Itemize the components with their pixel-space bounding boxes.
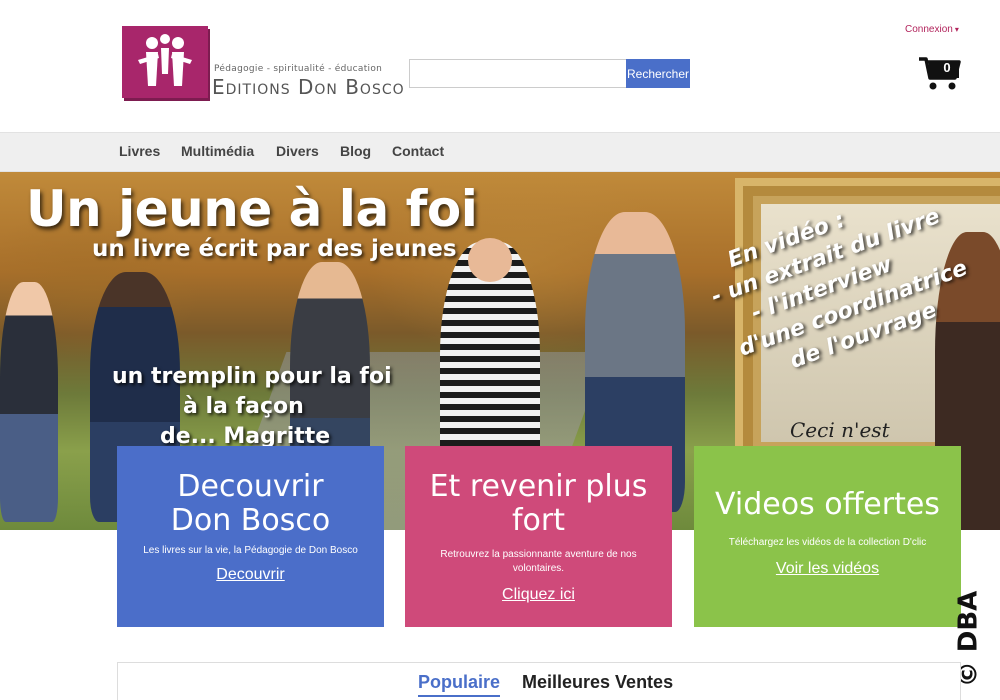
page: Pédagogie - spiritualité - éducation Edi… [0, 0, 1000, 700]
caret-down-icon: ▾ [954, 25, 959, 34]
card-title: Decouvrir Don Bosco [170, 469, 331, 538]
logo-mark[interactable] [122, 26, 208, 98]
hero-line: un tremplin pour la foi [112, 364, 392, 389]
tab-meilleures-ventes[interactable]: Meilleures Ventes [522, 672, 673, 693]
card-link[interactable]: Cliquez ici [502, 586, 575, 604]
site-brand[interactable]: Editions Don Bosco [212, 75, 405, 99]
tab-populaire[interactable]: Populaire [418, 672, 501, 697]
card-videos[interactable]: Videos offertes Téléchargez les vidéos d… [694, 446, 961, 627]
hero-subtitle: un livre écrit par des jeunes [92, 236, 457, 262]
card-title: Videos offertes [715, 487, 940, 522]
painting-text: Ceci n'est [790, 418, 890, 442]
card-text: Les livres sur la vie, la Pédagogie de D… [143, 545, 358, 556]
main-nav: Livres Multimédia Divers Blog Contact [0, 132, 1000, 172]
hero-person [0, 282, 58, 522]
card-text: Téléchargez les vidéos de la collection … [728, 537, 927, 548]
hero-title: Un jeune à la foi [26, 180, 478, 238]
nav-item-divers[interactable]: Divers [276, 143, 319, 159]
nav-item-blog[interactable]: Blog [340, 143, 371, 159]
nav-item-contact[interactable]: Contact [392, 143, 444, 159]
search-button[interactable]: Rechercher [626, 59, 690, 88]
hero-line: à la façon [183, 394, 304, 419]
nav-item-multimedia[interactable]: Multimédia [181, 143, 254, 159]
login-label: Connexion [905, 24, 953, 35]
card-text: Retrouvrez la passionnante aventure de n… [440, 549, 637, 574]
product-tabs: Populaire Meilleures Ventes [117, 662, 961, 700]
site-header: Pédagogie - spiritualité - éducation Edi… [0, 0, 1000, 132]
card-revenir[interactable]: Et revenir plus fort Retrouvrez la passi… [405, 446, 672, 627]
card-link[interactable]: Voir les vidéos [776, 560, 879, 578]
family-icon [138, 34, 192, 86]
search-input[interactable] [409, 59, 627, 88]
card-title: Et revenir plus fort [429, 469, 648, 538]
login-dropdown[interactable]: Connexion ▾ [905, 24, 959, 35]
nav-item-livres[interactable]: Livres [119, 143, 160, 159]
site-tagline: Pédagogie - spiritualité - éducation [214, 64, 383, 74]
card-decouvrir[interactable]: Decouvrir Don Bosco Les livres sur la vi… [117, 446, 384, 627]
cart-count: 0 [943, 60, 951, 75]
card-link[interactable]: Decouvrir [216, 566, 284, 584]
